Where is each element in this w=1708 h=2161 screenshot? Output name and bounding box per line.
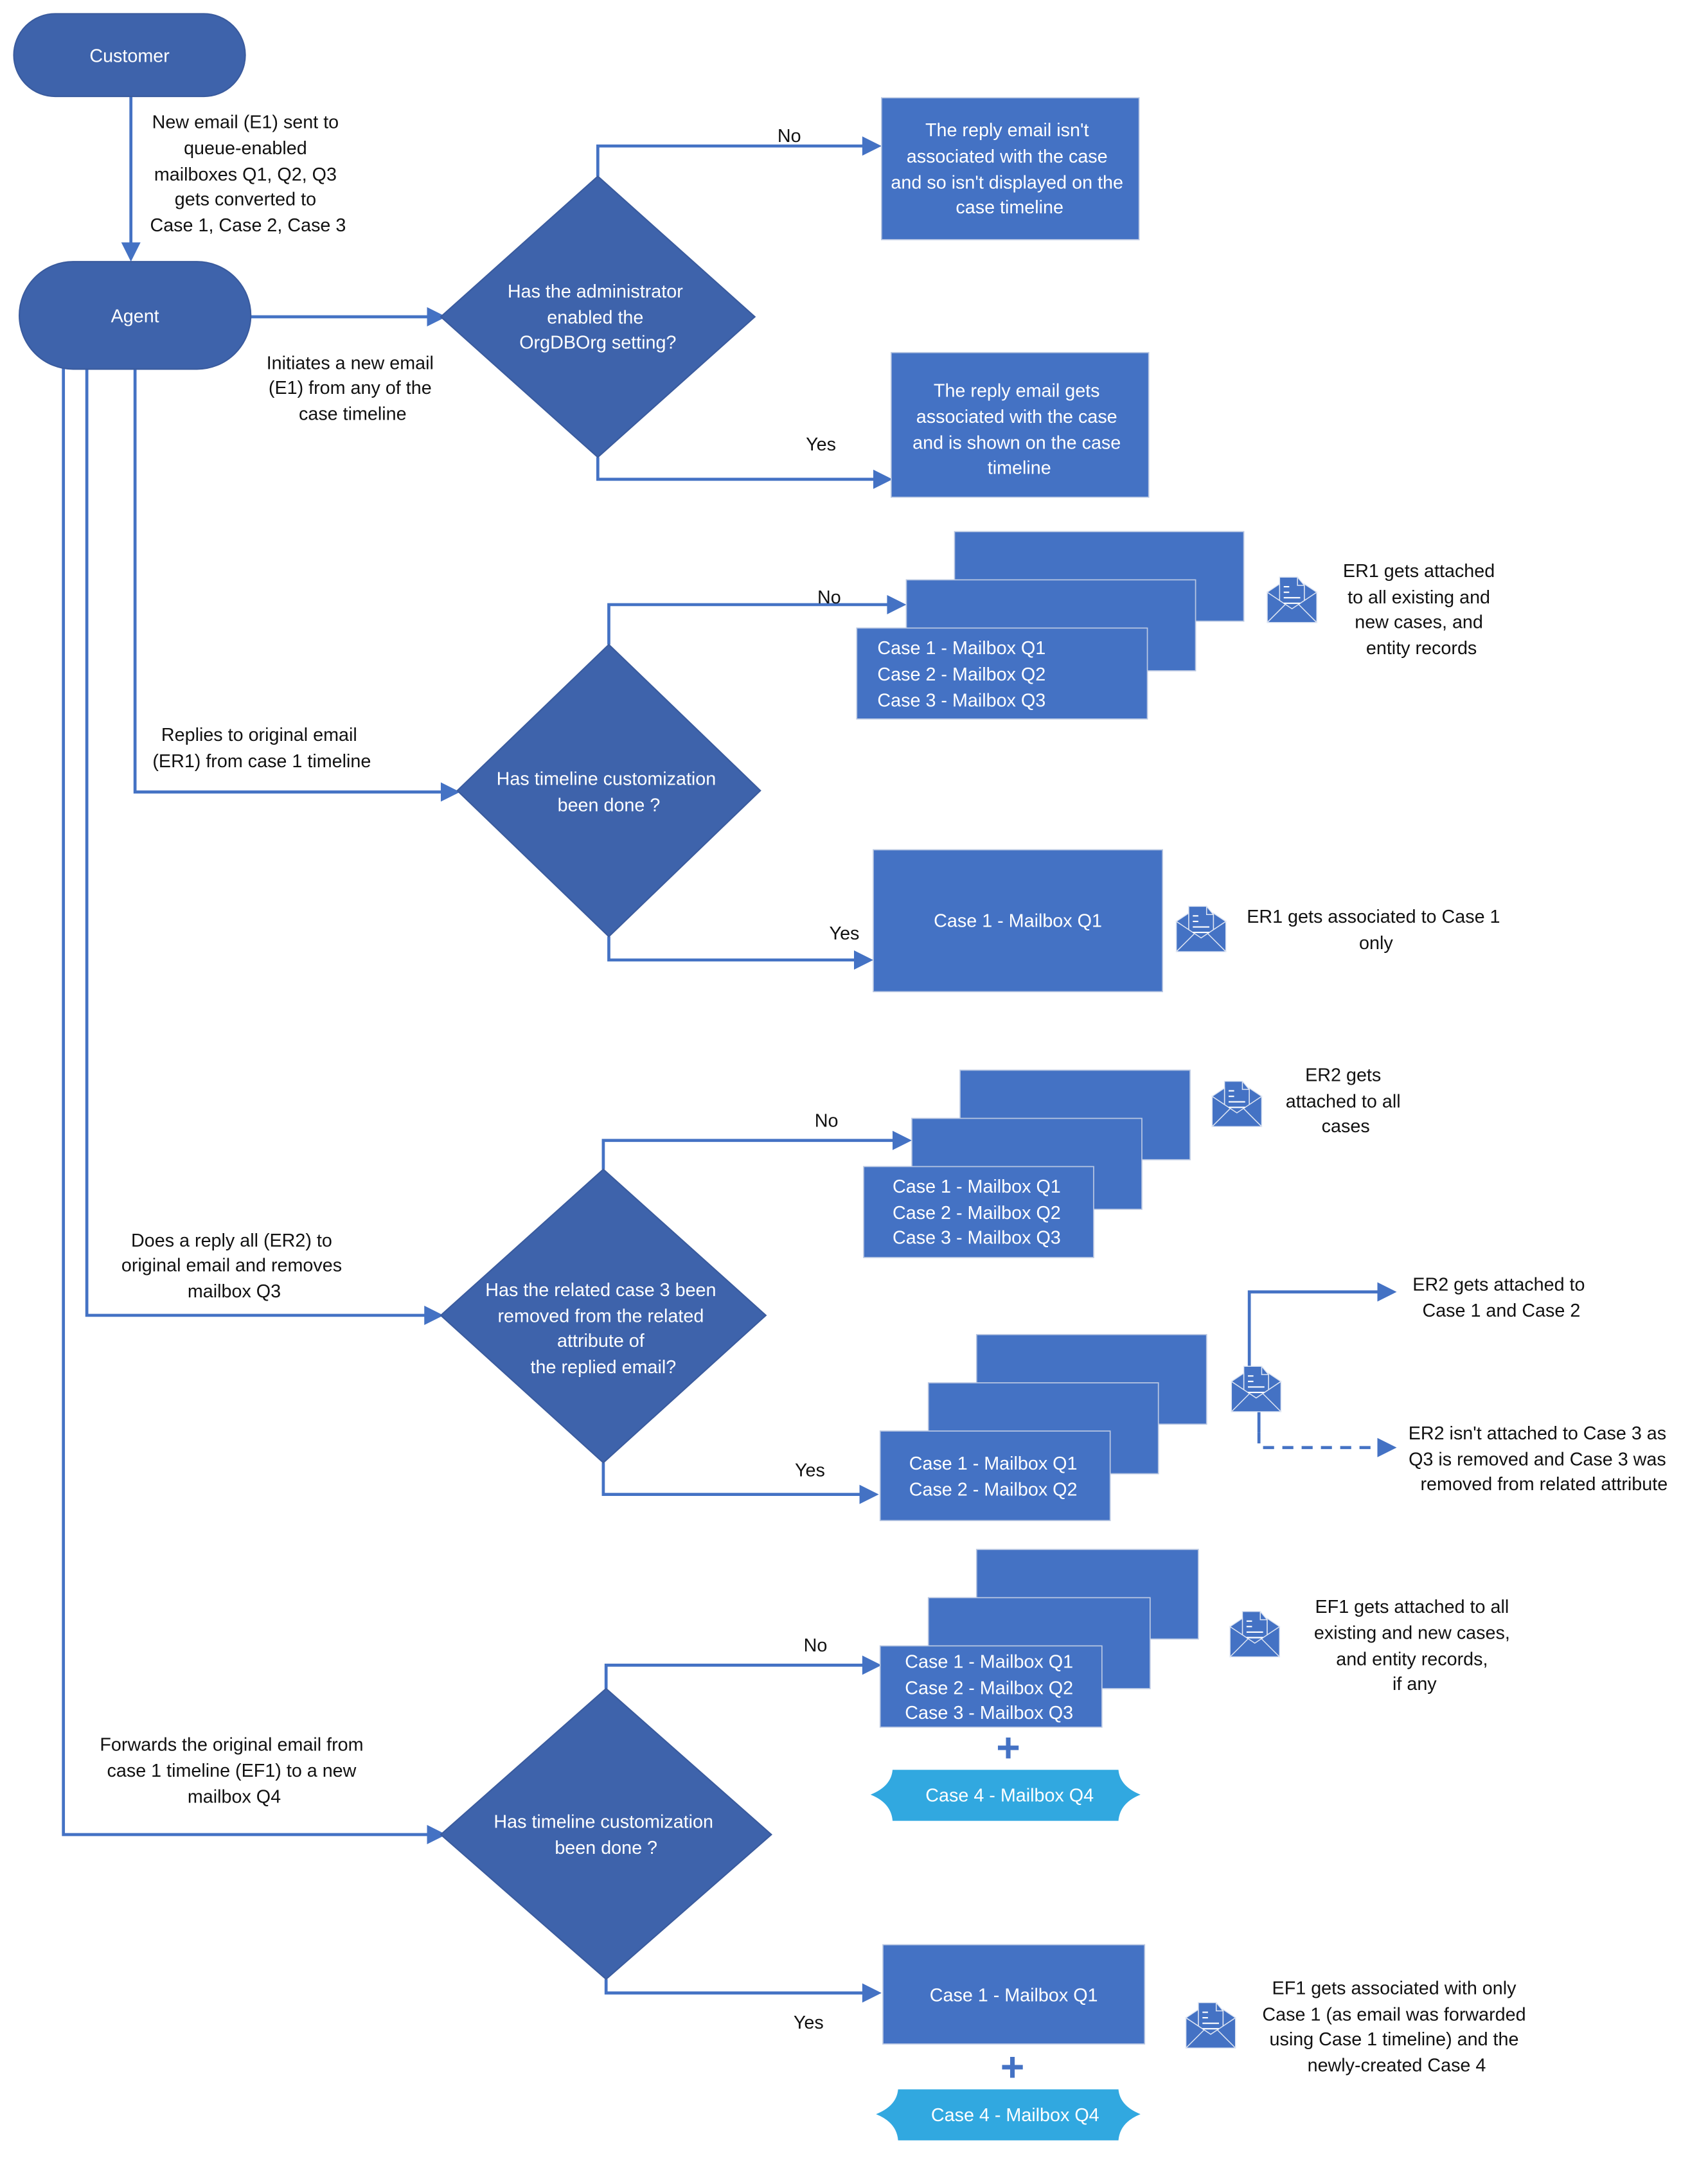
connector-decision2-yes [607,936,857,962]
branch-label-yes: Yes [794,2013,824,2033]
arrowhead [887,594,907,614]
edge-label-initiate: Initiates a new email (E1) from any of t… [267,353,439,424]
branch-label-no: No [804,1635,828,1656]
connector-decision3-no [601,1139,896,1169]
note-ef1-attached-all: EF1 gets attached to all existing and ne… [1314,1597,1515,1694]
connector-decision1-yes [596,457,876,481]
branch-label-no: No [778,126,801,147]
envelope-icon [1231,1365,1282,1412]
decision-timeline-customization-reply: Has timeline customization been done ? [456,643,761,938]
envelope-icon [1185,2002,1236,2049]
arrowhead [862,136,882,156]
customer-label: Customer [89,46,170,66]
branch-label-yes: Yes [806,434,836,455]
arrowhead [859,1484,879,1504]
note-ef1-case1-case4: EF1 gets associated with only Case 1 (as… [1262,1979,1531,2076]
case-label: Case 4 - Mailbox Q4 [931,2105,1099,2126]
case-box-er1-case1: Case 1 - Mailbox Q1 [873,849,1163,993]
envelope-icon [1267,576,1317,623]
edge-label-customer-agent: New email (E1) sent to queue-enabled mai… [150,112,346,236]
customer-node: Customer [13,13,246,98]
envelope-icon [1175,905,1227,952]
decision-related-case3: Has the related case 3 been removed from… [440,1168,767,1464]
case-list: Case 1 - Mailbox Q1 Case 2 - Mailbox Q2 … [893,1177,1066,1248]
note-er2-case1-case2: ER2 gets attached to Case 1 and Case 2 [1412,1274,1590,1321]
edge-label-forward: Forwards the original email from case 1 … [100,1734,368,1807]
connector-agent-forward [62,365,430,1836]
case-stack-er1: Case 1 - Mailbox Q1 Case 2 - Mailbox Q2 … [856,531,1245,720]
arrowhead [440,782,460,802]
connector-decision2-no [607,603,890,645]
note-er2-not-case3: ER2 isn't attached to Case 3 as Q3 is re… [1409,1423,1671,1495]
branch-label-yes: Yes [830,923,860,944]
case-label: Case 1 - Mailbox Q1 [930,1985,1098,2005]
arrowhead [121,242,141,262]
decision-orgdborg: Has the administrator enabled the OrgDBO… [440,175,756,459]
arrowhead [1377,1437,1397,1457]
connector-decision1-no [596,144,866,177]
edge-label-reply: Replies to original email (ER1) from cas… [152,725,371,772]
branch-label-no: No [815,1110,839,1131]
arrowhead [862,1983,882,2003]
note-er1-case1-only: ER1 gets associated to Case 1 only [1247,907,1505,954]
arrowhead [893,1130,912,1150]
connectors [62,96,1397,2003]
new-case-q4-yes: Case 4 - Mailbox Q4 [876,2089,1141,2140]
case-label: Case 1 - Mailbox Q1 [934,911,1102,932]
case-list: Case 1 - Mailbox Q1 Case 2 - Mailbox Q2 … [877,638,1051,711]
note-er2-attached-all: ER2 gets attached to all cases [1286,1065,1406,1137]
case-stack-er2-all: Case 1 - Mailbox Q1 Case 2 - Mailbox Q2 … [863,1069,1191,1258]
flowchart: Customer Agent New email (E1) sent to qu… [13,13,1671,2140]
edge-label-reply-all: Does a reply all (ER2) to original email… [121,1231,347,1302]
case-stack-ef1-all: Case 1 - Mailbox Q1 Case 2 - Mailbox Q2 … [879,1549,1199,1728]
arrowhead [873,469,893,489]
arrowhead [1377,1282,1397,1302]
connector-er2-attached [1247,1290,1380,1369]
arrowhead [854,950,874,970]
plus-icon: + [1001,2044,1025,2090]
result-associated: The reply email gets associated with the… [891,351,1150,498]
result-not-associated: The reply email isn't associated with th… [881,97,1140,240]
case-list: Case 1 - Mailbox Q1 Case 2 - Mailbox Q2 … [905,1652,1078,1723]
envelope-icon [1229,1611,1281,1658]
branch-label-no: No [817,587,841,608]
case-stack-er2-case1-2: Case 1 - Mailbox Q1 Case 2 - Mailbox Q2 [879,1334,1207,1522]
decision-timeline-customization-forward: Has timeline customization been done ? [440,1687,773,1980]
connector-agent-replyall [85,369,427,1317]
agent-node: Agent [19,261,252,370]
envelope-icon [1211,1080,1263,1128]
connector-er2-not-attached [1257,1432,1380,1450]
connector-decision4-yes [604,1979,866,1995]
case-label: Case 4 - Mailbox Q4 [925,1786,1094,1806]
arrowhead [862,1655,882,1675]
new-case-q4-no: Case 4 - Mailbox Q4 [870,1770,1141,1821]
case-box-ef1-case1: Case 1 - Mailbox Q1 [882,1944,1146,2045]
note-er1-attached-all: ER1 gets attached to all existing and ne… [1343,561,1500,659]
connector-decision4-no [604,1664,866,1689]
branch-label-yes: Yes [795,1461,825,1481]
agent-label: Agent [111,307,159,327]
plus-icon: + [996,1724,1020,1770]
